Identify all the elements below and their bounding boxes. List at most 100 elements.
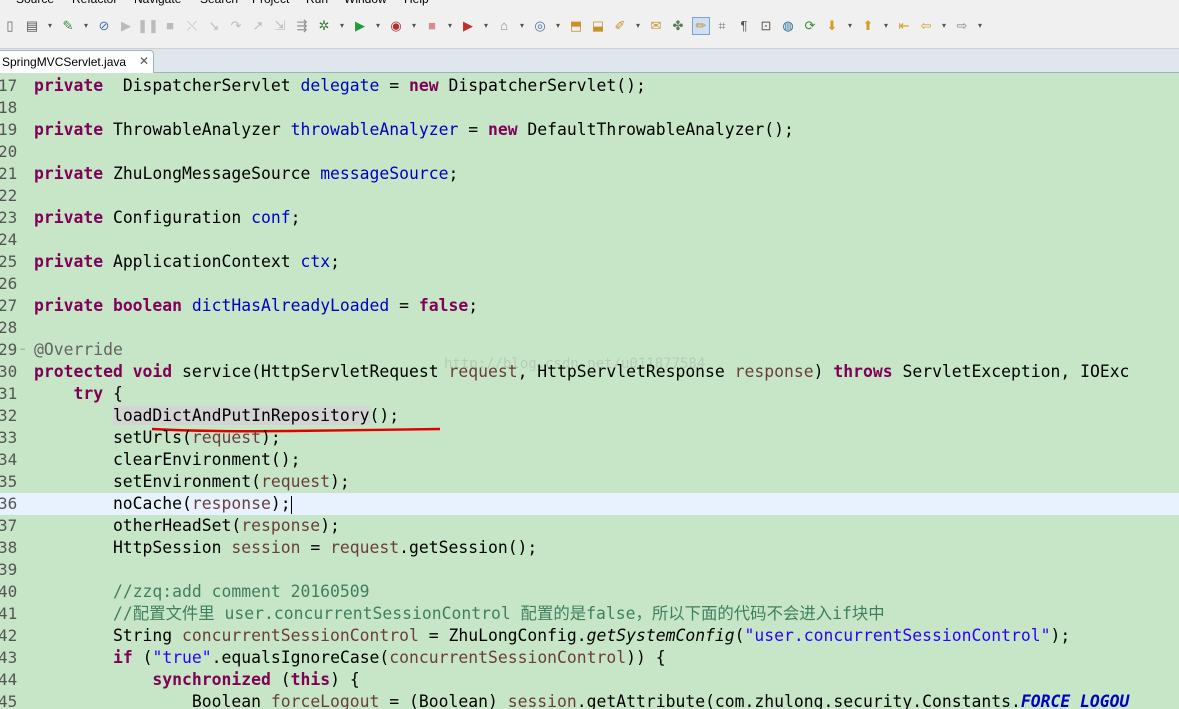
step-into-icon[interactable]: ↘ [206,18,222,34]
build-icon[interactable]: ✎ [60,18,76,34]
code-line[interactable]: 22 [0,185,1179,207]
globe-icon[interactable]: ◍ [780,18,796,34]
debug-icon[interactable]: ✲ [316,18,332,34]
line-number: 39 [0,560,18,579]
dropdown-icon[interactable]: ▾ [338,18,346,34]
stop-icon[interactable]: ■ [424,18,440,34]
toggle-mark-occurrences-icon[interactable]: ✤ [670,18,686,34]
dropdown-icon[interactable]: ▾ [882,18,890,34]
refresh-icon[interactable]: ⟳ [802,18,818,34]
code-line[interactable]: 26 [0,273,1179,295]
code-line[interactable]: 29− @Override [0,339,1179,361]
code-line[interactable]: 45 Boolean forceLogout = (Boolean) sessi… [0,691,1179,709]
step-return-icon[interactable]: ↗ [250,18,266,34]
new-java-project-icon[interactable]: ⌂ [496,18,512,34]
run-icon[interactable]: ▶ [352,18,368,34]
code-line[interactable]: 19 private ThrowableAnalyzer throwableAna… [0,119,1179,141]
line-number: 37 [0,516,18,535]
code-line[interactable]: 23 private Configuration conf; [0,207,1179,229]
resume-icon[interactable]: ▶ [118,18,134,34]
back-icon[interactable]: ⇦ [918,18,934,34]
open-task-icon[interactable]: ✉ [648,18,664,34]
save-icon[interactable]: ▤ [24,18,40,34]
code-line[interactable]: 41 //配置文件里 user.concurrentSessionControl… [0,603,1179,625]
code-token: dictHasAlreadyLoaded [191,296,390,315]
code-line[interactable]: 30 protected void service(HttpServletRequ… [0,361,1179,383]
code-line[interactable]: 18 [0,97,1179,119]
skip-breakpoints-icon[interactable]: ⊘ [96,18,112,34]
code-line[interactable]: 28 [0,317,1179,339]
disconnect-icon[interactable]: ⤬ [184,18,200,34]
code-token: void [132,362,173,381]
open-type-icon[interactable]: ⬒ [568,18,584,34]
code-line[interactable]: 21 private ZhuLongMessageSource messageSo… [0,163,1179,185]
search-icon[interactable]: ✐ [612,18,628,34]
code-line[interactable]: 31 try { [0,383,1179,405]
code-line[interactable]: 24 [0,229,1179,251]
suspend-icon[interactable]: ❚❚ [137,18,159,34]
code-line[interactable]: 32 loadDictAndPutInRepository(); [0,405,1179,427]
show-whitespace-icon[interactable]: ¶ [736,18,752,34]
dropdown-icon[interactable]: ▾ [374,18,382,34]
step-over-icon[interactable]: ↷ [228,18,244,34]
tab-springmvcservlet-java[interactable]: SpringMVCServlet.java ✕ [0,50,154,73]
previous-annotation-icon[interactable]: ⬆ [860,18,876,34]
code-line[interactable]: 17 private DispatcherServlet delegate = n… [0,75,1179,97]
new-class-icon[interactable]: ◎ [532,18,548,34]
forward-icon[interactable]: ⇨ [954,18,970,34]
last-edit-icon[interactable]: ⇤ [896,18,912,34]
use-step-filters-icon[interactable]: ⇶ [294,18,310,34]
next-annotation-icon[interactable]: ⬇ [824,18,840,34]
dropdown-icon[interactable]: ▾ [46,18,54,34]
close-icon[interactable]: ✕ [139,54,149,68]
toggle-highlight-icon[interactable]: ✏ [692,17,710,35]
external-tools-icon[interactable]: ▶ [460,18,476,34]
code-editor[interactable]: http://blog.csdn.net/u011877584 17 privat… [0,74,1179,709]
pin-editor-icon[interactable]: ⊡ [758,18,774,34]
code-line[interactable]: 43 if ("true".equalsIgnoreCase(concurren… [0,647,1179,669]
code-line[interactable]: 40 //zzq:add comment 20160509 [0,581,1179,603]
code-token: concurrentSessionControl [182,626,419,645]
terminate-icon[interactable]: ■ [162,18,178,34]
dropdown-icon[interactable]: ▾ [82,18,90,34]
code-line[interactable]: 33 setUrls(request); [0,427,1179,449]
dropdown-icon[interactable]: ▾ [634,18,642,34]
code-token: ); [320,516,340,535]
fold-toggle-icon[interactable]: − [20,339,25,361]
dropdown-icon[interactable]: ▾ [410,18,418,34]
code-token: .getSession(); [399,538,538,557]
code-token: , HttpServletResponse [517,362,735,381]
new-icon[interactable]: ▯ [2,18,18,34]
dropdown-icon[interactable]: ▾ [446,18,454,34]
code-line[interactable]: 38 HttpSession session = request.getSess… [0,537,1179,559]
dropdown-icon[interactable]: ▾ [846,18,854,34]
open-resource-icon[interactable]: ⬓ [590,18,606,34]
code-line[interactable]: 36 noCache(response); [0,493,1179,515]
code-line[interactable]: 20 [0,141,1179,163]
dropdown-icon[interactable]: ▾ [518,18,526,34]
code-token: getSystemConfig [586,626,735,645]
dropdown-icon[interactable]: ▾ [554,18,562,34]
code-line[interactable]: 39 [0,559,1179,581]
code-token: response [191,494,271,513]
code-token: request [448,362,518,381]
code-token: private [34,164,104,183]
line-number: 22 [0,186,18,205]
code-token: boolean [103,296,183,315]
dropdown-icon[interactable]: ▾ [976,18,984,34]
code-text: protected void service(HttpServletReques… [34,361,1129,383]
code-line[interactable]: 35 setEnvironment(request); [0,471,1179,493]
drop-to-frame-icon[interactable]: ⇲ [272,18,288,34]
code-token: ServletException, IOExc [892,362,1130,381]
code-token: DispatcherServlet [103,76,301,95]
code-line[interactable]: 42 String concurrentSessionControl = Zhu… [0,625,1179,647]
code-line[interactable]: 25 private ApplicationContext ctx; [0,251,1179,273]
dropdown-icon[interactable]: ▾ [482,18,490,34]
code-line[interactable]: 37 otherHeadSet(response); [0,515,1179,537]
code-line[interactable]: 34 clearEnvironment(); [0,449,1179,471]
coverage-icon[interactable]: ◉ [388,18,404,34]
code-line[interactable]: 44 synchronized (this) { [0,669,1179,691]
dropdown-icon[interactable]: ▾ [940,18,948,34]
code-line[interactable]: 27 private boolean dictHasAlreadyLoaded =… [0,295,1179,317]
block-selection-icon[interactable]: ⌗ [714,18,730,34]
